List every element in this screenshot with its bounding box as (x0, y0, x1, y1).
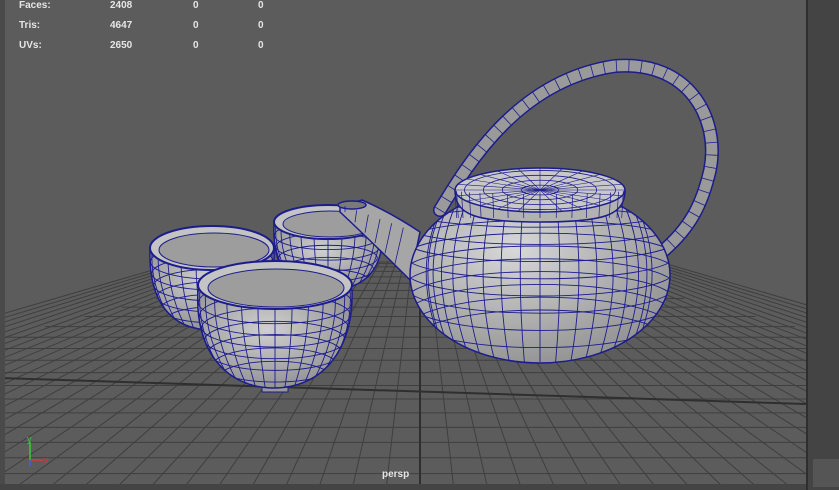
axis-x-label: x (44, 455, 49, 465)
axis-y-label: y (27, 436, 32, 444)
hud-value: 0 (258, 0, 264, 11)
hud-value: 0 (193, 20, 199, 31)
hud-value: 0 (193, 0, 199, 11)
hud-value: 0 (193, 40, 199, 51)
side-panel (806, 0, 839, 490)
hud-value: 2408 (110, 0, 133, 11)
panel-divider[interactable] (806, 0, 808, 490)
hud-label: UVs: (19, 40, 42, 51)
hud-value: 0 (258, 20, 264, 31)
hud-value: 2650 (110, 40, 133, 51)
hud-row-uvs: UVs: 2650 0 0 (19, 40, 319, 54)
perspective-viewport[interactable]: Faces: 2408 0 0 Tris: 4647 0 0 UVs: 2650… (0, 0, 806, 490)
cup-front[interactable] (196, 260, 353, 394)
view-axis-gizmo: y x (27, 436, 49, 466)
camera-name-label: persp (382, 469, 410, 480)
ground-grid (0, 261, 806, 490)
viewport-left-border (0, 0, 5, 490)
hud-value: 0 (258, 40, 264, 51)
hud-row-faces: Faces: 2408 0 0 (19, 0, 319, 14)
scene-canvas[interactable] (0, 0, 806, 490)
side-panel-button[interactable] (813, 459, 839, 487)
hud-label: Faces: (19, 0, 51, 11)
teapot-lid[interactable] (454, 167, 626, 223)
hud-row-tris: Tris: 4647 0 0 (19, 20, 319, 34)
hud-value: 4647 (110, 20, 133, 31)
hud-label: Tris: (19, 20, 41, 31)
viewport-bottom-border (0, 484, 806, 490)
